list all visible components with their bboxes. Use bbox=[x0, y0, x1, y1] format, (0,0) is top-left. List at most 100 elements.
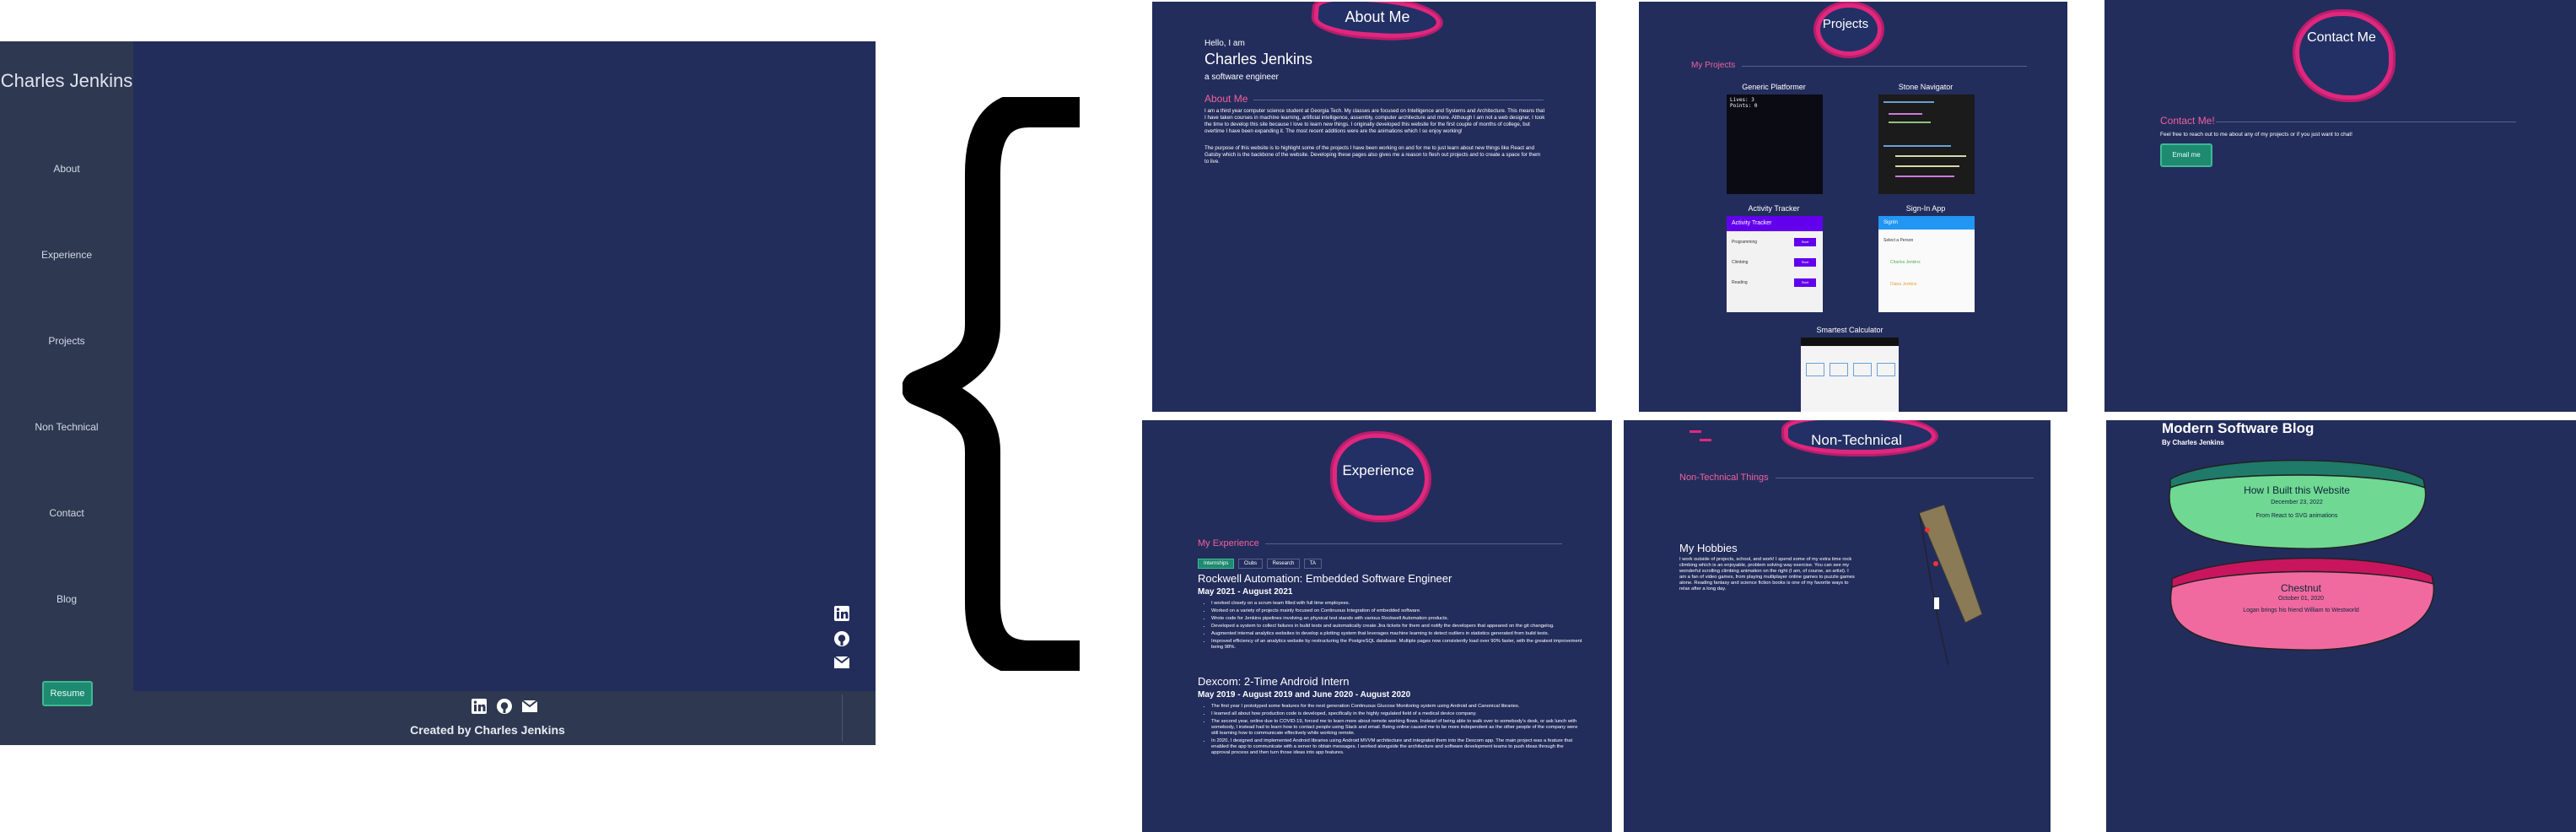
calc-key bbox=[1806, 363, 1824, 376]
signin-row-2[interactable]: Charles Jenkins bbox=[1890, 260, 1921, 265]
signin-row-3[interactable]: Diana Jenkins bbox=[1890, 282, 1916, 287]
github-icon[interactable] bbox=[833, 630, 850, 647]
project-title-sign-in-app[interactable]: Sign-In App bbox=[1867, 204, 1985, 213]
email-me-button[interactable]: Email me bbox=[2160, 143, 2212, 167]
tagline: a software engineer bbox=[1204, 73, 1279, 82]
code-line bbox=[1895, 176, 1954, 177]
nav-item-contact[interactable]: Contact bbox=[0, 507, 133, 519]
code-line bbox=[1895, 165, 1959, 167]
contact-panel: Contact Me Contact Me! Feel free to reac… bbox=[2104, 0, 2576, 412]
tracker-btn-2[interactable]: Start bbox=[1794, 258, 1816, 267]
blog-post-2-shape[interactable] bbox=[2162, 555, 2440, 656]
main-site-panel: Charles Jenkins About Experience Project… bbox=[0, 41, 876, 745]
code-line bbox=[1883, 145, 1951, 147]
tracker-row-1: Programming bbox=[1732, 240, 1758, 245]
contact-section-title: Contact Me! bbox=[2160, 115, 2215, 127]
site-name: Charles Jenkins bbox=[0, 70, 133, 91]
list-item: The first year I prototyped some feature… bbox=[1211, 704, 1582, 710]
nav-item-about[interactable]: About bbox=[0, 163, 133, 175]
experience-section-title: My Experience bbox=[1198, 538, 1259, 548]
blog-post-1-title[interactable]: How I Built this Website bbox=[2162, 484, 2432, 496]
blog-post-2-date: October 01, 2020 bbox=[2277, 596, 2325, 602]
blog-panel: Modern Software Blog By Charles Jenkins … bbox=[2106, 420, 2576, 832]
tab-research[interactable]: Research bbox=[1266, 559, 1301, 569]
contact-tab-title: Contact Me bbox=[2307, 30, 2376, 45]
job-1-bullets: I worked closely on a scrum team filled … bbox=[1198, 601, 1582, 652]
projects-rule bbox=[1742, 66, 2027, 67]
tracker-btn-3[interactable]: Start bbox=[1794, 278, 1816, 287]
nontech-panel: Non-Technical Non-Technical Things My Ho… bbox=[1624, 420, 2051, 832]
tab-ta[interactable]: TA bbox=[1303, 559, 1322, 569]
project-title-activity-tracker[interactable]: Activity Tracker bbox=[1715, 204, 1833, 213]
list-item: In 2020, I designed and implemented Andr… bbox=[1211, 738, 1582, 756]
projects-section-title: My Projects bbox=[1691, 61, 1736, 70]
blog-post-2-desc: Logan brings his friend William to Westw… bbox=[2243, 608, 2359, 613]
blog-post-2-title[interactable]: Chestnut bbox=[2162, 582, 2440, 594]
stone-navigator-thumbnail[interactable] bbox=[1878, 95, 1975, 194]
calc-key bbox=[1853, 363, 1872, 376]
job-1-dates: May 2021 - August 2021 bbox=[1198, 587, 1293, 597]
activity-tracker-thumbnail[interactable]: Activity Tracker Programming Start Climb… bbox=[1727, 216, 1823, 312]
tracker-row-3: Reading bbox=[1732, 280, 1748, 285]
linkedin-icon[interactable] bbox=[833, 605, 850, 622]
projects-panel: Projects My Projects Generic Platformer … bbox=[1639, 2, 2067, 412]
platformer-hud: Lives: 3 Points: 0 bbox=[1730, 97, 1758, 109]
footer-mail-icon[interactable] bbox=[521, 700, 538, 713]
code-line bbox=[1889, 122, 1931, 123]
contact-title-blob bbox=[2295, 12, 2393, 100]
blog-post-1-desc: From React to SVG animations bbox=[2255, 513, 2338, 519]
project-title-calculator[interactable]: Smartest Calculator bbox=[1791, 326, 1909, 334]
mail-icon[interactable] bbox=[833, 656, 850, 669]
sidebar: Charles Jenkins About Experience Project… bbox=[0, 41, 133, 745]
calc-topbar bbox=[1801, 338, 1899, 346]
job-1-title: Rockwell Automation: Embedded Software E… bbox=[1198, 572, 1452, 585]
list-item: Worked on a variety of projects mainly f… bbox=[1211, 608, 1582, 614]
calculator-thumbnail[interactable] bbox=[1801, 338, 1899, 412]
tab-internships[interactable]: Internships bbox=[1198, 559, 1235, 569]
experience-tabs: Internships Clubs Research TA bbox=[1198, 554, 1322, 569]
hobbies-text: I work outside of projects, school, and … bbox=[1679, 557, 1855, 592]
nontech-tab-title: Non-Technical bbox=[1811, 432, 1902, 448]
sign-in-thumbnail[interactable]: SignIn Select a Person Charles Jenkins D… bbox=[1878, 216, 1975, 312]
deco-dash bbox=[1700, 439, 1711, 441]
contact-body: Feel free to reach out to me about any o… bbox=[2160, 132, 2352, 138]
project-title-stone-navigator[interactable]: Stone Navigator bbox=[1867, 83, 1985, 91]
climbing-animation bbox=[1918, 505, 1983, 666]
job-2-dates: May 2019 - August 2019 and June 2020 - A… bbox=[1198, 690, 1411, 700]
nav-item-blog[interactable]: Blog bbox=[0, 593, 133, 605]
about-para-1: I am a third year computer science stude… bbox=[1204, 108, 1545, 134]
nontech-section-title: Non-Technical Things bbox=[1679, 473, 1769, 483]
nav-item-projects[interactable]: Projects bbox=[0, 335, 133, 347]
blog-post-1-date: December 23, 2022 bbox=[2271, 500, 2323, 505]
resume-button[interactable]: Resume bbox=[42, 681, 93, 706]
list-item: I worked closely on a scrum team filled … bbox=[1211, 601, 1582, 607]
calc-key bbox=[1830, 363, 1848, 376]
tracker-btn-1[interactable]: Start bbox=[1794, 238, 1816, 246]
about-tab-title: About Me bbox=[1345, 8, 1410, 25]
signin-header: SignIn bbox=[1878, 216, 1975, 230]
project-title-platformer[interactable]: Generic Platformer bbox=[1715, 83, 1833, 91]
footer-linkedin-icon[interactable] bbox=[471, 698, 488, 715]
calc-key bbox=[1877, 363, 1895, 376]
tracker-header: Activity Tracker bbox=[1727, 216, 1823, 231]
blog-author: By Charles Jenkins bbox=[2162, 439, 2224, 446]
footer-github-icon[interactable] bbox=[496, 698, 513, 715]
nav-item-non-technical[interactable]: Non Technical bbox=[0, 421, 133, 433]
about-panel: About Me Hello, I am Charles Jenkins a s… bbox=[1152, 2, 1596, 412]
footer-credit: Created by Charles Jenkins bbox=[410, 723, 565, 737]
experience-rule bbox=[1265, 543, 1562, 544]
list-item: Wrote code for Jenkins pipelines involvi… bbox=[1211, 616, 1582, 622]
deco-dash bbox=[1689, 430, 1701, 433]
brace-graphic bbox=[903, 97, 1080, 671]
tab-clubs[interactable]: Clubs bbox=[1237, 559, 1264, 569]
blog-title: Modern Software Blog bbox=[2162, 420, 2315, 436]
list-item: Improved efficiency of an analytics webs… bbox=[1211, 639, 1582, 651]
about-name: Charles Jenkins bbox=[1204, 51, 1313, 68]
about-para-2: The purpose of this website is to highli… bbox=[1204, 145, 1541, 165]
code-line bbox=[1883, 101, 1934, 103]
code-line bbox=[1889, 113, 1922, 115]
nav-item-experience[interactable]: Experience bbox=[0, 249, 133, 261]
footer: Created by Charles Jenkins bbox=[133, 691, 876, 745]
signin-row-1: Select a Person bbox=[1883, 238, 1914, 243]
platformer-thumbnail[interactable]: Lives: 3 Points: 0 bbox=[1727, 95, 1823, 194]
